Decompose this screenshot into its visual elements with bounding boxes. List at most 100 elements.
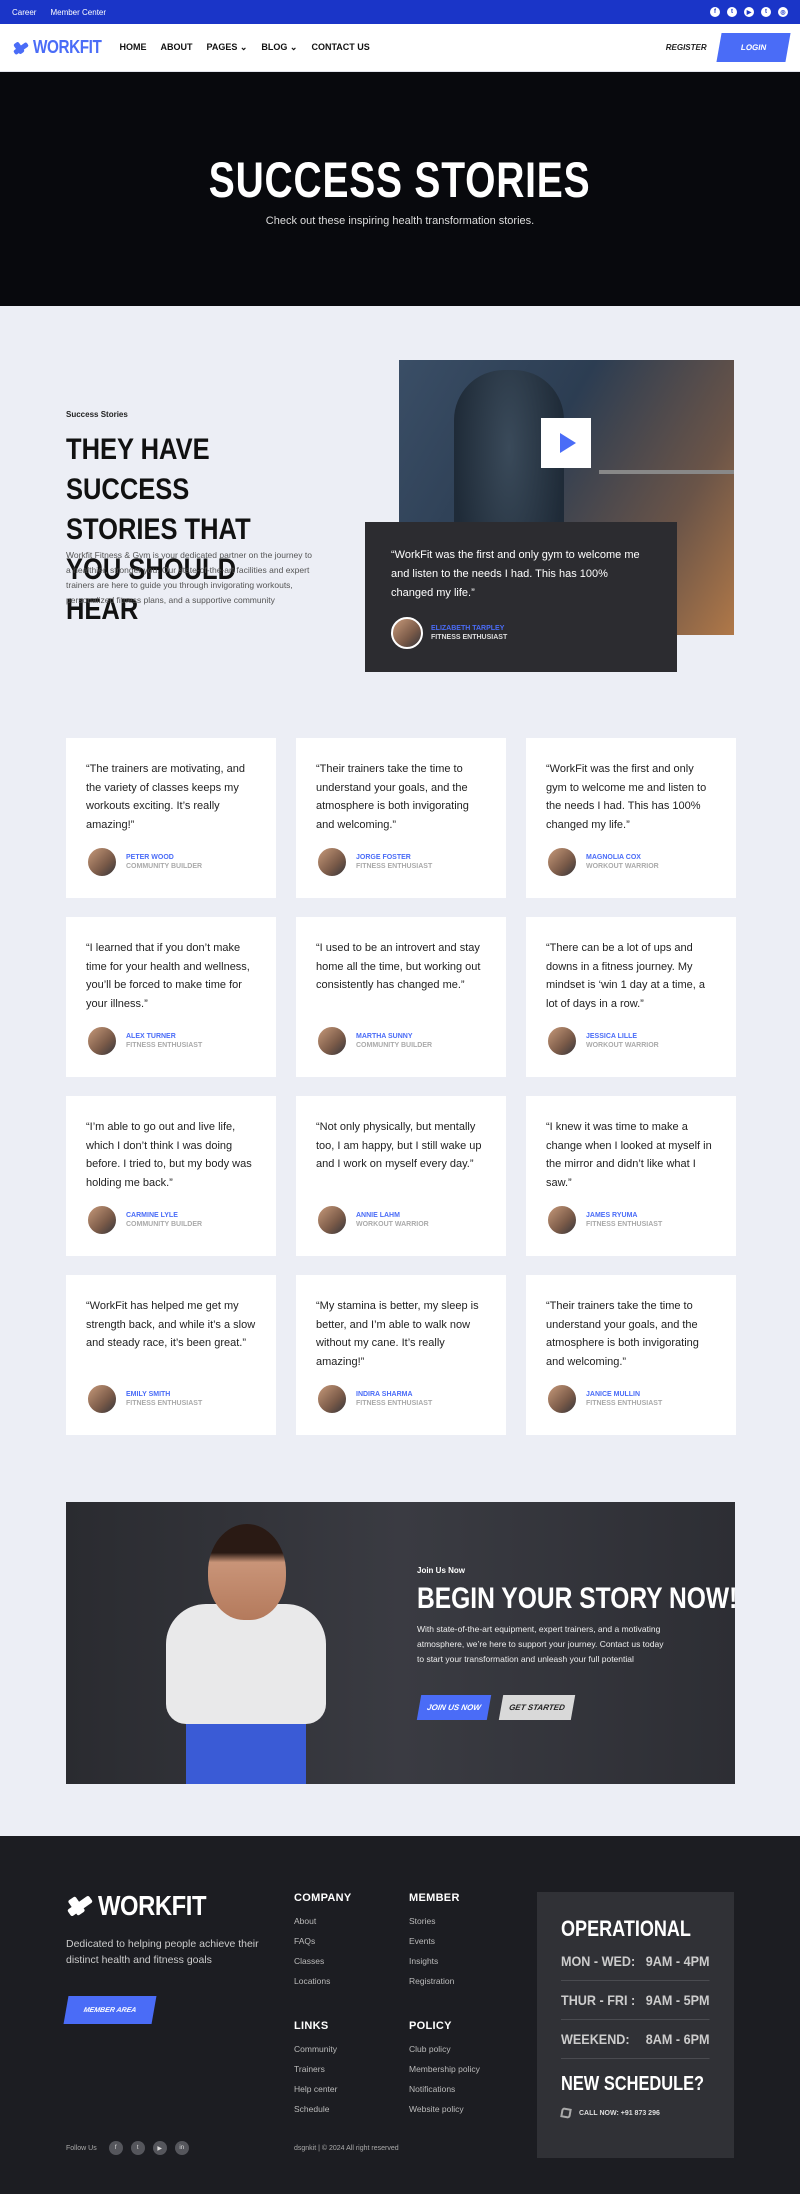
testimonial-quote: “WorkFit was the first and only gym to w… xyxy=(546,763,707,831)
hours-time: 9AM - 4PM xyxy=(645,1953,710,1969)
instagram-icon[interactable]: ◎ xyxy=(778,7,788,17)
play-button[interactable] xyxy=(541,418,591,468)
testimonial-author: Peter Wood Community Builder xyxy=(86,846,256,878)
footer-link[interactable]: Insights xyxy=(409,1956,460,1966)
nav-item-home[interactable]: Home xyxy=(119,42,146,53)
logo[interactable]: WORKFIT xyxy=(12,37,113,58)
footer-link[interactable]: Events xyxy=(409,1936,460,1946)
footer-link[interactable]: Club policy xyxy=(409,2044,480,2054)
dumbbell-icon xyxy=(12,39,30,57)
nav-item-contact[interactable]: Contact Us xyxy=(311,42,369,53)
author-name: Janice Mullin xyxy=(586,1391,641,1398)
author-name: Martha Sunny xyxy=(356,1033,413,1040)
footer-link[interactable]: Help center xyxy=(294,2084,337,2094)
twitter-icon[interactable]: t xyxy=(727,7,737,17)
hours-time: 8AM - 6PM xyxy=(645,2031,710,2047)
testimonial-author: Martha Sunny Community Builder xyxy=(316,1025,486,1057)
author-role: Fitness Enthusiast xyxy=(126,1042,203,1049)
testimonial-quote: “Not only physically, but mentally too, … xyxy=(316,1121,482,1170)
operational-title: OPERATIONAL xyxy=(561,1916,691,1941)
avatar xyxy=(546,846,578,878)
testimonial-card: “WorkFit was the first and only gym to w… xyxy=(526,738,736,898)
call-now[interactable]: CALL NOW: +91 873 296 xyxy=(560,2107,710,2119)
nav-item-pages[interactable]: Pages ⌄ xyxy=(206,42,247,53)
testimonial-author: Emily Smith Fitness Enthusiast xyxy=(86,1383,256,1415)
join-us-button[interactable]: JOIN US NOW xyxy=(416,1695,492,1720)
testimonial-card: “I knew it was time to make a change whe… xyxy=(526,1096,736,1256)
nav-item-about[interactable]: About xyxy=(160,42,192,53)
footer-col-title: Links xyxy=(294,2020,329,2032)
testimonial-author: Alex Turner Fitness Enthusiast xyxy=(86,1025,256,1057)
youtube-icon[interactable]: ▶ xyxy=(744,7,754,17)
nav-actions: REGISTER LOGIN xyxy=(666,33,791,62)
top-links: Career Member Center xyxy=(12,8,106,17)
footer-link[interactable]: About xyxy=(294,1916,352,1926)
footer-link[interactable]: Notifications xyxy=(409,2084,480,2094)
footer-link[interactable]: Community xyxy=(294,2044,337,2054)
author-role: Fitness Enthusiast xyxy=(356,1400,433,1407)
footer-col-title: Company xyxy=(294,1892,352,1904)
youtube-icon[interactable]: ▶ xyxy=(152,2141,167,2155)
avatar xyxy=(316,846,348,878)
author-role: Fitness Enthusiast xyxy=(356,863,433,870)
avatar xyxy=(316,1204,348,1236)
footer-link[interactable]: Website policy xyxy=(409,2104,480,2114)
get-started-button[interactable]: GET STARTED xyxy=(498,1695,576,1720)
testimonial-card: “Their trainers take the time to underst… xyxy=(526,1275,736,1435)
footer-link[interactable]: Locations xyxy=(294,1976,352,1986)
phone-icon xyxy=(560,2107,572,2119)
testimonial-card: “Their trainers take the time to underst… xyxy=(296,738,506,898)
hours-row: MON - WED: 9AM - 4PM xyxy=(561,1942,710,1981)
author-name: Jorge Foster xyxy=(356,854,411,861)
footer-link[interactable]: Stories xyxy=(409,1916,460,1926)
footer-logo[interactable]: WORKFIT xyxy=(66,1890,225,1922)
testimonial-quote: “I knew it was time to make a change whe… xyxy=(546,1121,712,1189)
member-area-button[interactable]: MEMBER AREA xyxy=(63,1996,157,2024)
author-name: Annie Lahm xyxy=(356,1212,400,1219)
author-name: Magnolia Cox xyxy=(586,854,641,861)
footer-link[interactable]: Registration xyxy=(409,1976,460,1986)
avatar xyxy=(86,846,118,878)
member-center-link[interactable]: Member Center xyxy=(50,8,106,17)
hours-day: MON - WED: xyxy=(561,1953,636,1969)
woman-head xyxy=(208,1524,286,1620)
avatar xyxy=(546,1383,578,1415)
testimonial-card: “Not only physically, but mentally too, … xyxy=(296,1096,506,1256)
author-role: Community Builder xyxy=(356,1042,433,1049)
footer-link[interactable]: Classes xyxy=(294,1956,352,1966)
footer-link[interactable]: Schedule xyxy=(294,2104,337,2114)
testimonial-quote: “I used to be an introvert and stay home… xyxy=(316,942,481,991)
testimonial-author: Carmine Lyle Community Builder xyxy=(86,1204,256,1236)
facebook-icon[interactable]: f xyxy=(108,2141,123,2155)
twitter-icon[interactable]: t xyxy=(761,7,771,17)
footer-link[interactable]: Membership policy xyxy=(409,2064,480,2074)
author-name: Elizabeth Tarpley xyxy=(431,625,505,632)
footer-col-title: Policy xyxy=(409,2020,452,2032)
testimonial-quote: “I learned that if you don’t make time f… xyxy=(86,942,250,1010)
register-link[interactable]: REGISTER xyxy=(666,43,707,52)
footer-link[interactable]: Trainers xyxy=(294,2064,337,2074)
footer-logo-text: WORKFIT xyxy=(98,1890,207,1921)
play-icon xyxy=(560,433,576,453)
hours-row: THUR - FRI : 9AM - 5PM xyxy=(561,1981,710,2020)
author-name: James Ryuma xyxy=(586,1212,638,1219)
twitter-icon[interactable]: t xyxy=(130,2141,145,2155)
author-role: Workout Warrior xyxy=(586,863,659,870)
footer-link[interactable]: FAQs xyxy=(294,1936,352,1946)
testimonial-card: “WorkFit has helped me get my strength b… xyxy=(66,1275,276,1435)
facebook-icon[interactable]: f xyxy=(710,7,720,17)
footer-col-company: Company About FAQs Classes Locations xyxy=(294,1892,352,1996)
testimonial-author: Jessica Lille Workout Warrior xyxy=(546,1025,716,1057)
footer-col-member: Member Stories Events Insights Registrat… xyxy=(409,1892,460,1996)
intro-description: Workfit Fitness & Gym is your dedicated … xyxy=(66,550,312,605)
top-social: f t ▶ t ◎ xyxy=(710,7,788,17)
operational-hours: OPERATIONAL MON - WED: 9AM - 4PM THUR - … xyxy=(537,1892,734,2158)
linkedin-icon[interactable]: in xyxy=(174,2141,189,2155)
author-name: Indira Sharma xyxy=(356,1391,413,1398)
avatar xyxy=(86,1204,118,1236)
login-button[interactable]: LOGIN xyxy=(716,33,791,62)
career-link[interactable]: Career xyxy=(12,8,36,17)
nav-item-blog[interactable]: Blog ⌄ xyxy=(261,42,297,53)
main-nav: WORKFIT Home About Pages ⌄ Blog ⌄ Contac… xyxy=(0,24,800,72)
testimonial-card: “The trainers are motivating, and the va… xyxy=(66,738,276,898)
